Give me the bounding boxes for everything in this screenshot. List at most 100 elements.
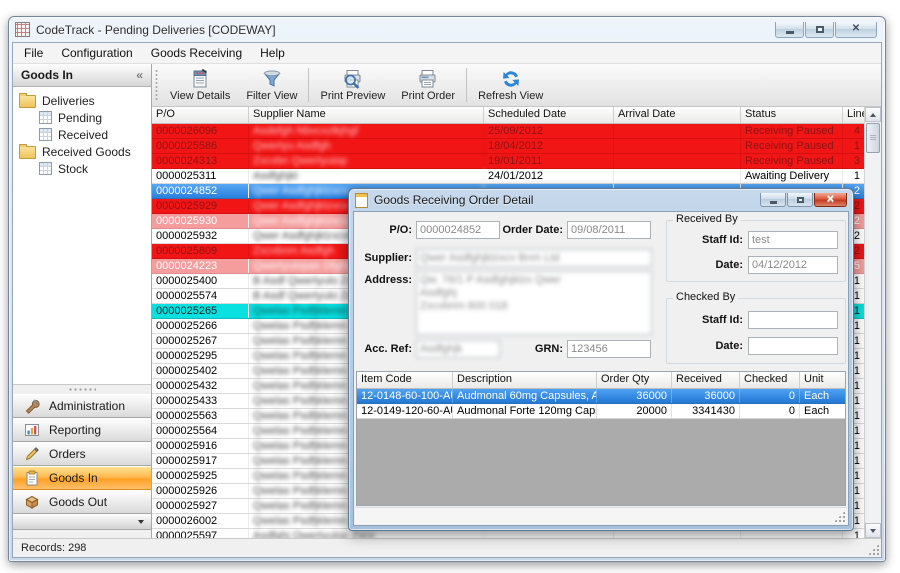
acc-ref-field[interactable]: Asdfghjk: [416, 340, 500, 358]
refresh-icon: [500, 67, 522, 90]
nav-button-label: Goods Out: [49, 495, 107, 509]
checked-date-field[interactable]: [748, 337, 838, 355]
received-by-title: Received By: [673, 213, 741, 225]
nav-button-reporting[interactable]: Reporting: [13, 418, 151, 442]
nav-button-label: Administration: [49, 399, 125, 413]
column-header-p-o[interactable]: P/O: [152, 107, 249, 123]
item-cell-received: 3341430: [672, 404, 740, 418]
scrollbar-track[interactable]: [865, 154, 881, 523]
cell-supplier: Asdfghjkl: [249, 169, 484, 183]
item-cell-received: 36000: [672, 389, 740, 403]
grid-icon: [39, 128, 52, 141]
item-cell-order-qty: 36000: [597, 389, 672, 403]
menu-item-file[interactable]: File: [15, 44, 52, 62]
tree-item-received[interactable]: Received: [13, 126, 151, 143]
cell-po: 0000025597: [152, 529, 249, 538]
toolbar-button-view-details[interactable]: View Details: [162, 64, 238, 106]
cell-po: 0000025574: [152, 289, 249, 303]
cell-po: 0000026002: [152, 514, 249, 528]
cell-scheduled-date: 18/04/2012: [484, 139, 614, 153]
grid-icon: [39, 162, 52, 175]
items-column-header-checked[interactable]: Checked: [740, 372, 800, 388]
items-column-header-order-qty[interactable]: Order Qty: [597, 372, 672, 388]
close-button[interactable]: ✕: [835, 22, 877, 38]
table-row[interactable]: 0000026096Asdefgh Nbvcxzlkjhgf25/09/2012…: [152, 124, 864, 139]
goods-receiving-order-detail-dialog: Goods Receiving Order Detail ✕ P/O: 0000…: [348, 188, 854, 531]
item-cell-unit: Each: [800, 404, 845, 418]
tree-item-stock[interactable]: Stock: [13, 160, 151, 177]
scroll-down-button[interactable]: [865, 523, 881, 538]
status-bar: Records: 298: [13, 538, 881, 557]
toolbar-separator: [308, 68, 309, 102]
items-column-header-description[interactable]: Description: [453, 372, 597, 388]
received-date-field[interactable]: 04/12/2012: [748, 256, 838, 274]
items-column-header-item-code[interactable]: Item Code: [357, 372, 453, 388]
funnel-icon: [261, 67, 283, 90]
collapse-chevron-icon[interactable]: «: [136, 68, 143, 82]
menu-item-goods-receiving[interactable]: Goods Receiving: [142, 44, 251, 62]
order-items-grid: Item CodeDescriptionOrder QtyReceivedChe…: [356, 371, 846, 506]
toolbar-button-filter-view[interactable]: Filter View: [238, 64, 305, 106]
sidebar: Goods In « DeliveriesPending ReceivedRece…: [13, 64, 152, 538]
items-column-header-received[interactable]: Received: [672, 372, 740, 388]
column-header-arrival-date[interactable]: Arrival Date: [614, 107, 741, 123]
items-grid-header: Item CodeDescriptionOrder QtyReceivedChe…: [357, 372, 845, 389]
received-staff-id-field[interactable]: test: [748, 231, 838, 249]
vertical-scrollbar[interactable]: [864, 107, 881, 538]
nav-button-orders[interactable]: Orders: [13, 442, 151, 466]
received-staff-id-label: Staff Id:: [671, 234, 743, 246]
column-header-status[interactable]: Status: [741, 107, 843, 123]
menu-item-help[interactable]: Help: [251, 44, 294, 62]
checked-staff-id-field[interactable]: [748, 311, 838, 329]
dialog-body: P/O: 0000024852 Order Date: 09/08/2011 S…: [353, 211, 849, 526]
minimize-button[interactable]: [775, 22, 804, 38]
deliveries-tree: DeliveriesPending ReceivedReceived GoodsS…: [13, 87, 151, 384]
records-count: Records: 298: [21, 542, 86, 554]
sidebar-splitter[interactable]: [13, 384, 151, 394]
scroll-up-button[interactable]: [865, 107, 881, 122]
titlebar[interactable]: CodeTrack - Pending Deliveries [CODEWAY]…: [9, 17, 885, 42]
nav-button-goods-in[interactable]: Goods In: [13, 466, 151, 490]
tree-item-received-goods[interactable]: Received Goods: [13, 143, 151, 160]
supplier-field[interactable]: Qwer Asdfghjklzxcv Bnm Ltd: [416, 249, 652, 267]
nav-options-strip[interactable]: [13, 514, 151, 530]
item-cell-item-code: 12-0149-120-60-AUD: [357, 404, 453, 418]
grn-field[interactable]: 123456: [567, 340, 651, 358]
toolbar-button-print-order[interactable]: Print Order: [393, 64, 463, 106]
table-row[interactable]: 0000024313Zxcvbn Qwertyuiop19/01/2011Rec…: [152, 154, 864, 169]
nav-button-administration[interactable]: Administration: [13, 394, 151, 418]
cell-po: 0000025586: [152, 139, 249, 153]
toolbar-button-refresh-view[interactable]: Refresh View: [470, 64, 551, 106]
resize-grip[interactable]: [868, 544, 879, 555]
column-header-scheduled-date[interactable]: Scheduled Date: [484, 107, 614, 123]
cell-po: 0000025400: [152, 274, 249, 288]
cell-lines: 1: [843, 139, 864, 153]
nav-button-goods-out[interactable]: Goods Out: [13, 490, 151, 514]
dialog-maximize-button[interactable]: [787, 193, 813, 207]
table-row[interactable]: 0000025586Qwertyu Asdfgh18/04/2012Receiv…: [152, 139, 864, 154]
dialog-minimize-button[interactable]: [760, 193, 786, 207]
order-date-field[interactable]: 09/08/2011: [567, 221, 651, 239]
table-row[interactable]: 0000025311Asdfghjkl24/01/2012Awaiting De…: [152, 169, 864, 184]
toolbar-button-label: Print Preview: [320, 90, 385, 102]
menu-item-configuration[interactable]: Configuration: [52, 44, 141, 62]
dialog-resize-grip[interactable]: [834, 511, 845, 522]
dialog-close-button[interactable]: ✕: [814, 193, 847, 207]
tree-item-pending[interactable]: Pending: [13, 109, 151, 126]
items-column-header-unit[interactable]: Unit: [800, 372, 845, 388]
maximize-button[interactable]: [805, 22, 834, 38]
note-icon: [22, 470, 42, 486]
address-line: Zxcvbnm 600 018: [420, 300, 648, 313]
dialog-titlebar[interactable]: Goods Receiving Order Detail ✕: [349, 189, 853, 211]
po-field[interactable]: 0000024852: [416, 221, 500, 239]
item-row[interactable]: 12-0149-120-60-AUDAudmonal Forte 120mg C…: [357, 404, 845, 419]
column-header-supplier-name[interactable]: Supplier Name: [249, 107, 484, 123]
cell-po: 0000025295: [152, 349, 249, 363]
scrollbar-thumb[interactable]: [866, 123, 880, 153]
address-field[interactable]: Qw. 76/1 P Asdfghjklzx QwerAsdfghjZxcvbn…: [416, 271, 652, 335]
tree-item-deliveries[interactable]: Deliveries: [13, 92, 151, 109]
item-row[interactable]: 12-0148-60-100-AUDAudmonal 60mg Capsules…: [357, 389, 845, 404]
toolbar-button-print-preview[interactable]: Print Preview: [312, 64, 393, 106]
column-header-lines[interactable]: Lines: [843, 107, 864, 123]
tree-item-label: Received: [58, 128, 108, 142]
